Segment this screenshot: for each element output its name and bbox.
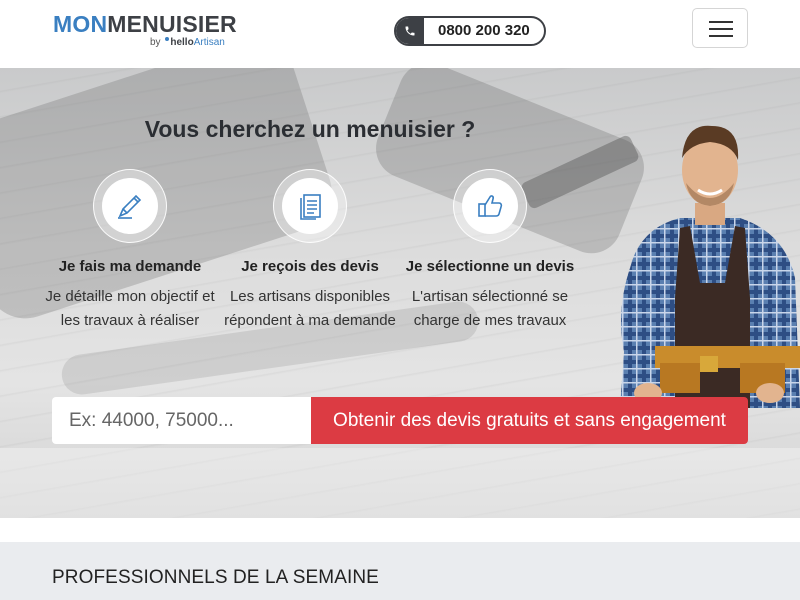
section-title: PROFESSIONNELS DE LA SEMAINE bbox=[52, 567, 379, 588]
step-description: Je détaille mon objectif et les travaux … bbox=[45, 288, 215, 329]
menu-button[interactable] bbox=[692, 8, 748, 48]
logo-wordmark: MONMENUISIER bbox=[53, 11, 237, 37]
step-title: Je sélectionne un devis bbox=[405, 258, 575, 275]
step-2: Je reçois des devis Les artisans disponi… bbox=[220, 169, 400, 333]
thumbs-up-icon bbox=[478, 195, 503, 217]
phone-number: 0800 200 320 bbox=[438, 22, 530, 39]
step-title: Je reçois des devis bbox=[241, 258, 379, 275]
document-icon bbox=[300, 194, 321, 220]
hero-section: Vous cherchez un menuisier ? Je fais ma … bbox=[0, 68, 800, 518]
step-description: Les artisans disponibles répondent à ma … bbox=[224, 288, 396, 329]
logo-byline: by helloArtisan bbox=[150, 37, 225, 48]
step-description: L'artisan sélectionné se charge de mes t… bbox=[411, 288, 569, 329]
carpenter-photo bbox=[620, 125, 800, 408]
weekly-professionals-section: PROFESSIONNELS DE LA SEMAINE bbox=[0, 542, 800, 600]
get-quotes-button[interactable]: Obtenir des devis gratuits et sans engag… bbox=[311, 397, 748, 444]
logo[interactable]: MONMENUISIER by helloArtisan bbox=[53, 11, 237, 48]
hero-title: Vous cherchez un menuisier ? bbox=[144, 116, 476, 142]
search-form: Obtenir des devis gratuits et sans engag… bbox=[52, 397, 748, 444]
step-1: Je fais ma demande Je détaille mon objec… bbox=[40, 169, 220, 333]
phone-icon bbox=[396, 18, 424, 44]
postcode-input[interactable] bbox=[52, 397, 311, 444]
phone-button[interactable]: 0800 200 320 bbox=[394, 16, 546, 46]
pencil-icon bbox=[118, 194, 142, 219]
site-header: MONMENUISIER by helloArtisan 0800 200 32… bbox=[0, 0, 800, 68]
menu-icon bbox=[709, 21, 733, 23]
step-title: Je fais ma demande bbox=[58, 258, 202, 275]
step-3: Je sélectionne un devis L'artisan sélect… bbox=[400, 169, 580, 333]
